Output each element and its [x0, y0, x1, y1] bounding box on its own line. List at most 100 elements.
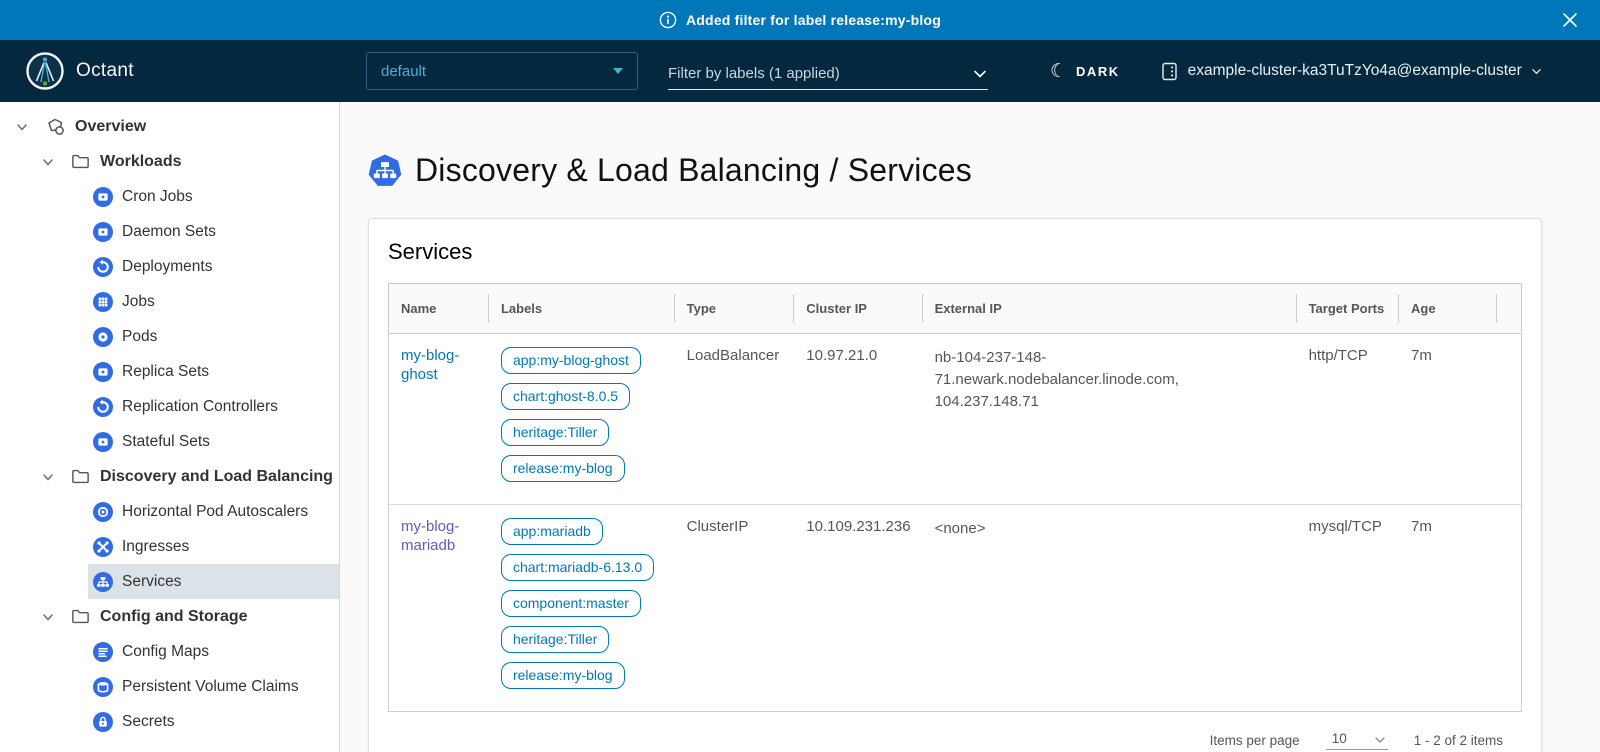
cluster-icon — [1160, 62, 1179, 81]
page-heading: Discovery & Load Balancing / Services — [415, 152, 972, 189]
config-maps-icon — [93, 642, 113, 662]
chevron-down-icon — [1374, 734, 1386, 746]
label-pill[interactable]: heritage:Tiller — [501, 419, 609, 446]
age: 7m — [1399, 505, 1497, 711]
age: 7m — [1399, 334, 1497, 505]
external-ip: nb-104-237-148-71.newark.nodebalancer.li… — [923, 334, 1297, 505]
sidebar-item-jobs[interactable]: Jobs — [88, 284, 339, 319]
sidebar-item-replica-sets[interactable]: Replica Sets — [88, 354, 339, 389]
chevron-down-icon[interactable] — [38, 610, 58, 624]
chevron-down-icon[interactable] — [38, 155, 58, 169]
service-name-link[interactable]: my-blog-mariadb — [401, 518, 477, 556]
close-icon[interactable] — [1554, 0, 1586, 40]
main-content: Discovery & Load Balancing / Services Se… — [340, 102, 1600, 752]
sidebar-item-label: Horizontal Pod Autoscalers — [122, 503, 308, 521]
sidebar-item-label: Pods — [122, 328, 157, 346]
sidebar-item-persistent-volume-claims[interactable]: Persistent Volume Claims — [88, 669, 339, 704]
theme-toggle-label: DARK — [1076, 64, 1120, 79]
sidebar-item-label: Config Maps — [122, 643, 209, 661]
horizontal-pod-autoscalers-icon — [93, 502, 113, 522]
label-pill[interactable]: app:mariadb — [501, 518, 603, 545]
sidebar-group-label: Workloads — [100, 153, 182, 171]
cron-jobs-icon — [93, 187, 113, 207]
sidebar-item-services[interactable]: Services — [88, 564, 339, 599]
sidebar-item-horizontal-pod-autoscalers[interactable]: Horizontal Pod Autoscalers — [88, 494, 339, 529]
caret-down-icon — [613, 68, 623, 74]
sidebar-group-config-and-storage[interactable]: Config and Storage — [0, 599, 339, 634]
sidebar-item-config-maps[interactable]: Config Maps — [88, 634, 339, 669]
sidebar-item-cron-jobs[interactable]: Cron Jobs — [88, 179, 339, 214]
table-row: my-blog-ghost app:my-blog-ghost chart:gh… — [389, 334, 1521, 505]
folder-icon — [70, 606, 92, 628]
sidebar-item-label: Replica Sets — [122, 363, 209, 381]
column-header-cluster-ip: Cluster IP — [794, 284, 922, 334]
column-header-labels: Labels — [489, 284, 675, 334]
sidebar-item-label: Secrets — [122, 713, 175, 731]
sidebar-item-stateful-sets[interactable]: Stateful Sets — [88, 424, 339, 459]
services-table: Name Labels Type Cluster IP External IP … — [388, 283, 1522, 712]
daemon-sets-icon — [93, 222, 113, 242]
chevron-down-icon[interactable] — [38, 470, 58, 484]
sidebar-item-secrets[interactable]: Secrets — [88, 704, 339, 739]
label-pill[interactable]: release:my-blog — [501, 455, 625, 482]
pagination-range-label: 1 - 2 of 2 items — [1414, 733, 1503, 748]
sidebar-label-overview: Overview — [75, 118, 146, 136]
replica-sets-icon — [93, 362, 113, 382]
sidebar-item-replication-controllers[interactable]: Replication Controllers — [88, 389, 339, 424]
label-pill[interactable]: release:my-blog — [501, 662, 625, 689]
jobs-icon — [93, 292, 113, 312]
column-header-target-ports: Target Ports — [1297, 284, 1399, 334]
app-header: Octant default Filter by labels (1 appli… — [0, 40, 1600, 102]
pods-icon — [93, 327, 113, 347]
chevron-down-icon[interactable] — [12, 120, 32, 134]
sidebar-item-deployments[interactable]: Deployments — [88, 249, 339, 284]
folder-icon — [70, 151, 92, 173]
services-card: Services Name Labels Type Cluster IP — [368, 218, 1542, 752]
sidebar-item-pods[interactable]: Pods — [88, 319, 339, 354]
sidebar-group-label: Config and Storage — [100, 608, 248, 626]
external-ip: <none> — [923, 505, 1297, 711]
services-heptagon-icon — [368, 154, 402, 188]
sidebar-item-label: Ingresses — [122, 538, 189, 556]
sidebar-group-discovery-and-load-balancing[interactable]: Discovery and Load Balancing — [0, 459, 339, 494]
label-pill[interactable]: app:my-blog-ghost — [501, 347, 641, 374]
namespace-value: default — [381, 63, 426, 80]
items-per-page-label: Items per page — [1210, 733, 1300, 748]
sidebar-item-label: Daemon Sets — [122, 223, 216, 241]
label-filter-dropdown[interactable]: Filter by labels (1 applied) — [668, 52, 988, 90]
sidebar-group-label: Discovery and Load Balancing — [100, 468, 333, 486]
namespace-selector[interactable]: default — [366, 52, 638, 90]
column-header-spacer — [1497, 284, 1521, 334]
sidebar-item-ingresses[interactable]: Ingresses — [88, 529, 339, 564]
label-pill[interactable]: heritage:Tiller — [501, 626, 609, 653]
sidebar-item-daemon-sets[interactable]: Daemon Sets — [88, 214, 339, 249]
table-row: my-blog-mariadb app:mariadb chart:mariad… — [389, 505, 1521, 711]
sidebar-nav: Overview Workloads Cron Jobs Daemon Sets… — [0, 102, 340, 752]
label-pill[interactable]: chart:ghost-8.0.5 — [501, 383, 630, 410]
label-pill[interactable]: component:master — [501, 590, 641, 617]
chevron-down-icon — [972, 66, 988, 82]
column-header-name: Name — [389, 284, 489, 334]
folder-icon — [70, 466, 92, 488]
cluster-ip: 10.109.231.236 — [794, 505, 922, 711]
info-circle-icon — [659, 11, 677, 29]
service-name-link[interactable]: my-blog-ghost — [401, 347, 477, 385]
sidebar-item-label: Persistent Volume Claims — [122, 678, 299, 696]
page-size-value: 10 — [1332, 731, 1347, 746]
cluster-context-selector[interactable]: example-cluster-ka3TuTzYo4a@example-clus… — [1160, 62, 1542, 81]
page-title: Discovery & Load Balancing / Services — [368, 152, 1600, 189]
replication-controllers-icon — [93, 397, 113, 417]
ingresses-icon — [93, 537, 113, 557]
cluster-ip: 10.97.21.0 — [794, 334, 922, 505]
secrets-icon — [93, 712, 113, 732]
page-size-select[interactable]: 10 — [1326, 731, 1388, 750]
deployments-icon — [93, 257, 113, 277]
column-header-age: Age — [1399, 284, 1497, 334]
label-pill[interactable]: chart:mariadb-6.13.0 — [501, 554, 654, 581]
sidebar-group-workloads[interactable]: Workloads — [0, 144, 339, 179]
theme-toggle-button[interactable]: ☾ DARK — [1050, 62, 1120, 81]
column-header-type: Type — [675, 284, 795, 334]
sidebar-item-overview[interactable]: Overview — [0, 109, 339, 144]
card-title: Services — [369, 219, 1541, 283]
service-type: ClusterIP — [675, 505, 795, 711]
